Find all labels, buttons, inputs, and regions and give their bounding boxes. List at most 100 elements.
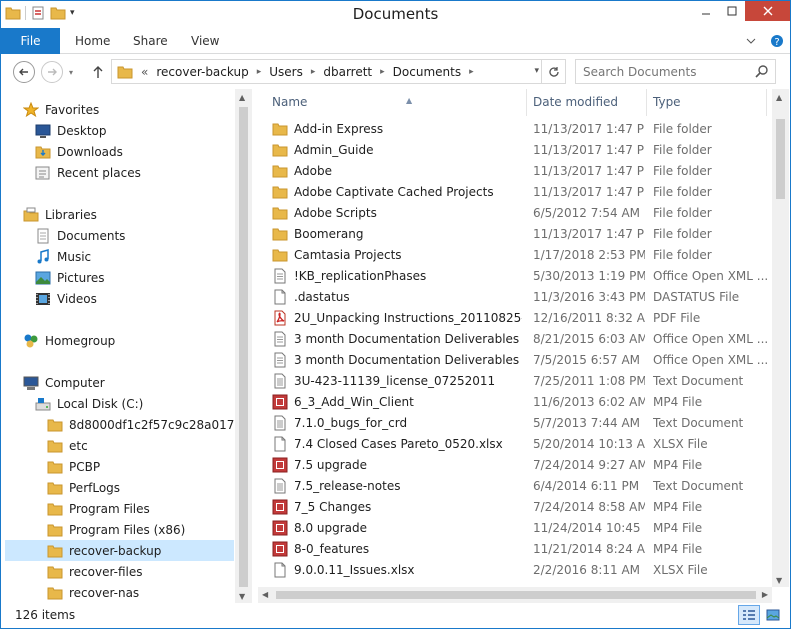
column-header-name[interactable]: Name ▲: [272, 89, 527, 116]
forward-button[interactable]: [41, 61, 63, 83]
nav-computer[interactable]: Computer: [23, 372, 105, 393]
nav-folder-recover-files[interactable]: recover-files: [47, 561, 143, 582]
file-row[interactable]: 8-0_features 11/21/2014 8:24 AM MP4 File: [258, 538, 772, 559]
file-row[interactable]: 3 month Documentation Deliverables 7/5/20…: [258, 349, 772, 370]
minimize-button[interactable]: [693, 1, 719, 21]
scrollbar-thumb[interactable]: [239, 107, 248, 587]
tab-view[interactable]: View: [191, 28, 219, 54]
search-icon[interactable]: [755, 64, 769, 78]
chevron-right-icon[interactable]: ▸: [469, 67, 474, 77]
file-row[interactable]: Camtasia Projects 1/17/2018 2:53 PM File f…: [258, 244, 772, 265]
breadcrumb-recover-backup[interactable]: recover-backup ▸: [156, 65, 261, 79]
nav-recent-places[interactable]: Recent places: [35, 162, 141, 183]
file-list-scrollbar[interactable]: ▲ ▼: [772, 89, 789, 587]
refresh-button[interactable]: [541, 60, 565, 83]
address-dropdown-icon[interactable]: ▾: [534, 66, 539, 76]
file-row[interactable]: Adobe Captivate Cached Projects 11/13/201…: [258, 181, 772, 202]
search-box[interactable]: [575, 59, 776, 84]
tab-share[interactable]: Share: [133, 28, 168, 54]
pictures-icon: [35, 271, 51, 284]
file-type: MP4 File: [653, 457, 703, 472]
nav-videos[interactable]: Videos: [35, 288, 97, 309]
file-row[interactable]: 8.0 upgrade 11/24/2014 10:45 ... MP4 File: [258, 517, 772, 538]
file-row[interactable]: 7_5 Changes 7/24/2014 8:58 AM MP4 File: [258, 496, 772, 517]
search-input[interactable]: [576, 60, 746, 83]
column-divider[interactable]: [526, 89, 527, 116]
scroll-down-icon[interactable]: ▼: [239, 592, 245, 601]
file-row[interactable]: Adobe 11/13/2017 1:47 PM File folder: [258, 160, 772, 181]
breadcrumb-dbarrett[interactable]: dbarrett ▸: [323, 65, 384, 79]
file-row[interactable]: 9.0.0.11_Issues.xlsx 2/2/2016 8:11 AM XLSX…: [258, 559, 772, 580]
nav-folder-recover-backup[interactable]: recover-backup: [5, 540, 234, 561]
nav-folder-etc[interactable]: etc: [47, 435, 88, 456]
details-view-button[interactable]: [738, 605, 760, 625]
breadcrumb-overflow[interactable]: «: [141, 65, 148, 79]
folder-icon: [272, 207, 288, 219]
up-arrow-icon[interactable]: [91, 65, 105, 79]
file-row[interactable]: .dastatus 11/3/2016 3:43 PM DASTATUS File: [258, 286, 772, 307]
file-row[interactable]: Admin_Guide 11/13/2017 1:47 PM File folder: [258, 139, 772, 160]
nav-local-disk[interactable]: Local Disk (C:): [35, 393, 143, 414]
svg-text:?: ?: [774, 37, 779, 48]
nav-folder-recover-nas[interactable]: recover-nas: [47, 582, 139, 603]
nav-folder-program-files-x86[interactable]: Program Files (x86): [47, 519, 185, 540]
file-row[interactable]: 3U-423-11139_license_07252011 7/25/2011 1…: [258, 370, 772, 391]
column-header-type[interactable]: Type: [653, 89, 768, 116]
column-divider[interactable]: [646, 89, 647, 116]
nav-homegroup[interactable]: Homegroup: [23, 330, 115, 351]
nav-favorites[interactable]: Favorites: [23, 99, 99, 120]
file-row[interactable]: Boomerang 11/13/2017 1:47 PM File folder: [258, 223, 772, 244]
nav-folder-perflogs[interactable]: PerfLogs: [47, 477, 120, 498]
nav-music[interactable]: Music: [35, 246, 91, 267]
nav-libraries[interactable]: Libraries: [23, 204, 97, 225]
help-icon[interactable]: ?: [770, 34, 784, 48]
chevron-right-icon[interactable]: ▸: [311, 67, 316, 77]
close-button[interactable]: [745, 1, 790, 21]
expand-ribbon-icon[interactable]: [746, 37, 756, 45]
large-icons-view-button[interactable]: [762, 605, 784, 625]
file-row[interactable]: 7.4 Closed Cases Pareto_0520.xlsx 5/20/20…: [258, 433, 772, 454]
navigation-pane-scrollbar[interactable]: ▲ ▼: [235, 89, 252, 603]
file-row[interactable]: Add-in Express 11/13/2017 1:47 PM File fol…: [258, 118, 772, 139]
scrollbar-thumb[interactable]: [776, 119, 785, 199]
nav-folder-pcbp[interactable]: PCBP: [47, 456, 100, 477]
chevron-right-icon[interactable]: ▸: [380, 67, 385, 77]
file-name-cell: 6_3_Add_Win_Client: [272, 394, 522, 410]
file-date: 11/6/2013 6:02 AM: [533, 394, 645, 409]
scroll-left-icon[interactable]: ◀: [262, 590, 268, 599]
breadcrumb-users[interactable]: Users ▸: [269, 65, 315, 79]
nav-pictures[interactable]: Pictures: [35, 267, 105, 288]
chevron-right-icon[interactable]: ▸: [257, 67, 262, 77]
nav-downloads[interactable]: Downloads: [35, 141, 123, 162]
breadcrumb-documents[interactable]: Documents ▸: [393, 65, 474, 79]
column-divider[interactable]: [766, 89, 767, 116]
file-row[interactable]: 7.5_release-notes 6/4/2014 6:11 PM Text Do…: [258, 475, 772, 496]
file-type: DASTATUS File: [653, 289, 740, 304]
file-row[interactable]: 2U_Unpacking Instructions_20110825-01 12/…: [258, 307, 772, 328]
scrollbar-thumb[interactable]: [276, 591, 756, 599]
scroll-down-icon[interactable]: ▼: [776, 576, 782, 585]
tab-home[interactable]: Home: [75, 28, 110, 54]
back-button[interactable]: [13, 61, 35, 83]
nav-folder-8d8000[interactable]: 8d8000df1c2f57c9c28a017d3f6a: [47, 414, 250, 435]
folder-icon: [117, 66, 133, 78]
nav-folder-program-files[interactable]: Program Files: [47, 498, 150, 519]
maximize-button[interactable]: [719, 1, 745, 21]
nav-label: Music: [57, 249, 92, 264]
nav-desktop[interactable]: Desktop: [35, 120, 107, 141]
scroll-right-icon[interactable]: ▶: [762, 590, 768, 599]
nav-documents[interactable]: Documents: [35, 225, 125, 246]
file-row[interactable]: !KB_replicationPhases 5/30/2013 1:19 PM Of…: [258, 265, 772, 286]
file-row[interactable]: 6_3_Add_Win_Client 11/6/2013 6:02 AM MP4 F…: [258, 391, 772, 412]
tab-file[interactable]: File: [1, 28, 60, 54]
file-row[interactable]: 7.1.0_bugs_for_crd 5/7/2013 7:44 AM Text D…: [258, 412, 772, 433]
address-bar[interactable]: « recover-backup ▸ Users ▸ dbarrett ▸ Docum…: [111, 59, 566, 84]
file-list-horizontal-scrollbar[interactable]: ◀ ▶: [258, 587, 772, 603]
column-header-date[interactable]: Date modified: [533, 89, 645, 116]
file-row[interactable]: 7.5 upgrade 7/24/2014 9:27 AM MP4 File: [258, 454, 772, 475]
scroll-up-icon[interactable]: ▲: [239, 93, 245, 102]
file-row[interactable]: Adobe Scripts 6/5/2012 7:54 AM File folder: [258, 202, 772, 223]
file-row[interactable]: 3 month Documentation Deliverables 08...…: [258, 328, 772, 349]
recent-locations-icon[interactable]: ▾: [69, 68, 73, 77]
scroll-up-icon[interactable]: ▲: [776, 93, 782, 102]
